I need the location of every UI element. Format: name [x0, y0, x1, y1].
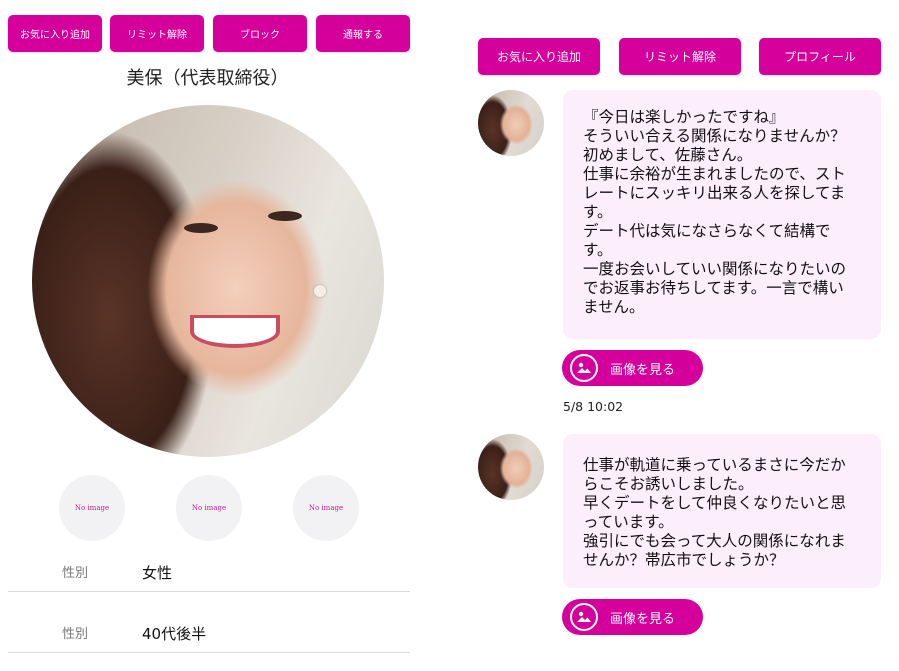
view-image-button[interactable]: 画像を見る: [562, 350, 703, 386]
image-icon: [570, 354, 598, 382]
profile-button[interactable]: プロフィール: [759, 38, 881, 75]
profile-row-label: 性別: [62, 627, 89, 642]
block-button[interactable]: ブロック: [213, 15, 307, 52]
row-divider: [8, 652, 410, 653]
photo-thumbnail-2[interactable]: No image: [176, 475, 242, 541]
report-button[interactable]: 通報する: [316, 15, 410, 52]
message-line: そういい合える関係になりませんか？: [583, 127, 846, 145]
message-line: でお返事お待ちしてます。一言で構い: [583, 279, 844, 297]
message-line: レートにスッキリ出来る人を探してま: [583, 184, 846, 202]
view-image-label: 画像を見る: [610, 362, 676, 378]
message-line: っています。: [583, 513, 674, 531]
message-bubble: 『今日は楽しかったですね』 そういい合える関係になりませんか？ 初めまして、佐藤…: [563, 90, 881, 339]
image-icon: [570, 603, 598, 631]
message-line: 強引にでも会って大人の関係になれま: [583, 532, 846, 550]
profile-main-photo[interactable]: [32, 105, 384, 457]
row-divider: [8, 591, 410, 592]
message-timestamp: 5/8 10:02: [563, 399, 624, 414]
message-line: 早くデートをして仲良くなりたいと思: [583, 494, 847, 512]
profile-row-value: 女性: [142, 564, 173, 582]
favorite-add-button[interactable]: お気に入り追加: [8, 15, 102, 52]
message-bubble: 仕事が軌道に乗っているまさに今だか らこそお誘いしました。 早くデートをして仲良…: [563, 434, 881, 588]
sender-avatar[interactable]: [478, 90, 544, 156]
message-line: 仕事が軌道に乗っているまさに今だか: [583, 456, 846, 474]
message-line: デート代は気になさらなくて結構で: [583, 222, 831, 240]
photo-thumbnail-1[interactable]: No image: [59, 475, 125, 541]
profile-row-label: 性別: [62, 566, 89, 581]
photo-thumbnail-3[interactable]: No image: [293, 475, 359, 541]
limit-release-button[interactable]: リミット解除: [619, 38, 741, 75]
view-image-button[interactable]: 画像を見る: [562, 599, 703, 635]
limit-release-button[interactable]: リミット解除: [110, 15, 204, 52]
message-line: す。: [583, 203, 613, 221]
message-line: せんか？帯広市でしょうか？: [583, 551, 785, 569]
message-line: 『今日は楽しかったですね』: [583, 108, 785, 126]
sender-avatar[interactable]: [478, 434, 544, 500]
message-line: ません。: [583, 298, 645, 316]
message-line: らこそお誘いしました。: [583, 475, 754, 493]
profile-row-value: 40代後半: [142, 625, 207, 643]
view-image-label: 画像を見る: [610, 611, 676, 627]
favorite-add-button[interactable]: お気に入り追加: [478, 38, 600, 75]
message-line: 仕事に余裕が生まれましたので、スト: [583, 165, 846, 183]
message-line: す。: [583, 241, 613, 259]
message-line: 初めまして、佐藤さん。: [583, 146, 753, 164]
profile-name-title: 美保（代表取締役）: [126, 68, 289, 89]
message-line: 一度お会いしていい関係になりたいの: [583, 260, 847, 278]
